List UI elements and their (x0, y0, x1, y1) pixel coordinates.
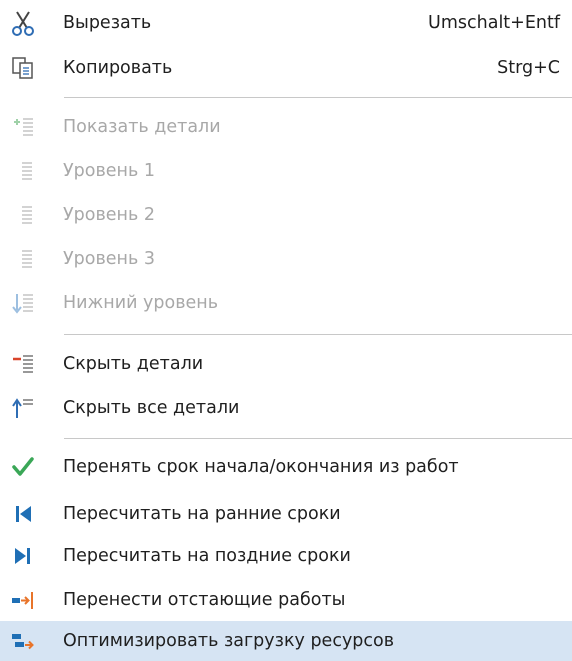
menu-item-optimize-resources-label: Оптимизировать загрузку ресурсов (63, 631, 395, 651)
menu-item-level-3-label: Уровень 3 (63, 249, 156, 269)
menu-item-cut-shortcut: Umschalt+Entf (428, 13, 560, 33)
menu-item-move-lagging[interactable]: Перенести отстающие работы (0, 580, 572, 620)
menu-item-optimize-resources[interactable]: Оптимизировать загрузку ресурсов (0, 621, 572, 661)
menu-item-hide-details-label: Скрыть детали (63, 354, 204, 374)
optimize-resources-icon (9, 627, 37, 655)
menu-item-cut[interactable]: Вырезать Umschalt+Entf (0, 3, 572, 43)
menu-item-level-2-label: Уровень 2 (63, 205, 156, 225)
menu-item-recalc-late-label: Пересчитать на поздние сроки (63, 546, 351, 566)
skip-to-end-icon (9, 542, 37, 570)
move-lagging-icon (9, 586, 37, 614)
menu-item-copy-label: Копировать (63, 58, 173, 78)
level-3-icon (9, 245, 37, 273)
skip-to-start-icon (9, 500, 37, 528)
menu-item-recalc-late[interactable]: Пересчитать на поздние сроки (0, 536, 572, 576)
context-menu: Вырезать Umschalt+Entf Копировать Strg+C (0, 0, 572, 661)
menu-separator (64, 334, 572, 335)
menu-item-adopt-dates-label: Перенять срок начала/окончания из работ (63, 457, 459, 477)
copy-icon (9, 54, 37, 82)
menu-item-hide-all-details-label: Скрыть все детали (63, 398, 240, 418)
menu-item-level-1: Уровень 1 (0, 151, 572, 191)
menu-item-copy-shortcut: Strg+C (497, 58, 560, 78)
show-details-icon (9, 113, 37, 141)
menu-item-recalc-early[interactable]: Пересчитать на ранние сроки (0, 494, 572, 534)
menu-item-adopt-dates[interactable]: Перенять срок начала/окончания из работ (0, 447, 572, 487)
hide-all-details-icon (9, 394, 37, 422)
menu-item-move-lagging-label: Перенести отстающие работы (63, 590, 346, 610)
menu-item-level-2: Уровень 2 (0, 195, 572, 235)
hide-details-icon (9, 350, 37, 378)
menu-item-cut-label: Вырезать (63, 13, 152, 33)
menu-item-show-details: Показать детали (0, 107, 572, 147)
menu-item-level-3: Уровень 3 (0, 239, 572, 279)
menu-item-copy[interactable]: Копировать Strg+C (0, 48, 572, 88)
menu-item-hide-details[interactable]: Скрыть детали (0, 344, 572, 384)
level-2-icon (9, 201, 37, 229)
checkmark-icon (9, 453, 37, 481)
level-1-icon (9, 157, 37, 185)
menu-separator (64, 97, 572, 98)
menu-item-bottom-level: Нижний уровень (0, 283, 572, 323)
scissors-icon (9, 9, 37, 37)
menu-item-recalc-early-label: Пересчитать на ранние сроки (63, 504, 341, 524)
menu-item-show-details-label: Показать детали (63, 117, 221, 137)
menu-item-hide-all-details[interactable]: Скрыть все детали (0, 388, 572, 428)
bottom-level-icon (9, 289, 37, 317)
menu-separator (64, 438, 572, 439)
menu-item-bottom-level-label: Нижний уровень (63, 293, 219, 313)
menu-item-level-1-label: Уровень 1 (63, 161, 156, 181)
